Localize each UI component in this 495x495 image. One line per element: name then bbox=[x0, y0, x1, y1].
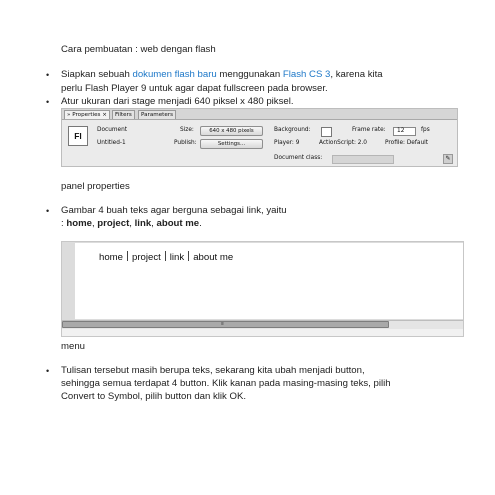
item-project: project bbox=[97, 218, 130, 229]
item-link: link bbox=[134, 218, 152, 229]
frame-rate-label: Frame rate: bbox=[352, 127, 386, 133]
menu-link[interactable]: link bbox=[170, 252, 184, 263]
scrollbar-grip-icon: ≡ bbox=[221, 321, 224, 327]
background-color-swatch[interactable] bbox=[321, 127, 332, 137]
stage-menu-screenshot: home project link about me ≡ bbox=[61, 241, 464, 337]
caption-menu: menu bbox=[61, 341, 85, 352]
flash-document-icon: Fl bbox=[68, 126, 88, 146]
size-button[interactable]: 640 x 480 pixels bbox=[200, 126, 263, 136]
bullet: • bbox=[46, 70, 50, 80]
stage-canvas: home project link about me bbox=[75, 243, 463, 319]
player-version: Player: 9 bbox=[274, 140, 300, 146]
period: . bbox=[199, 218, 202, 229]
profile-value: Profile: Default bbox=[385, 140, 429, 146]
document-class-label: Document class: bbox=[274, 155, 323, 161]
step4-line3: Convert to Symbol, pilih button dan klik… bbox=[61, 391, 247, 402]
menu-divider bbox=[164, 251, 166, 261]
menu-about-me[interactable]: about me bbox=[193, 252, 233, 263]
link-flash-cs3[interactable]: Flash CS 3 bbox=[283, 69, 330, 80]
step1-text-c: , karena kita bbox=[330, 69, 383, 80]
background-label: Background: bbox=[274, 127, 311, 133]
bullet: • bbox=[46, 366, 50, 376]
settings-button[interactable]: Settings... bbox=[200, 139, 263, 149]
heading: Cara pembuatan : web dengan flash bbox=[61, 44, 216, 55]
pencil-icon[interactable]: ✎ bbox=[443, 154, 453, 164]
frame-rate-value: 12 bbox=[397, 128, 405, 134]
tab-properties[interactable]: » Properties × bbox=[64, 110, 110, 119]
menu-divider bbox=[127, 251, 128, 261]
menu-divider bbox=[188, 251, 190, 261]
scrollbar-thumb[interactable] bbox=[62, 321, 389, 328]
fps-label: fps bbox=[421, 127, 430, 133]
step1-line1: Siapkan sebuah dokumen flash baru menggu… bbox=[61, 69, 383, 82]
step3-line1: Gambar 4 buah teks agar berguna sebagai … bbox=[61, 205, 287, 216]
tab-parameters[interactable]: Parameters bbox=[138, 110, 177, 119]
menu-home[interactable]: home bbox=[99, 252, 123, 263]
item-home: home bbox=[66, 218, 92, 229]
step1-text-a: Siapkan sebuah bbox=[61, 69, 133, 80]
stage-menu: home project link about me bbox=[99, 251, 233, 263]
step3-line2: : home, project, link, about me. bbox=[61, 218, 202, 231]
publish-label: Publish: bbox=[174, 140, 197, 146]
properties-panel-screenshot: » Properties × Filters Parameters Fl Doc… bbox=[61, 108, 458, 167]
item-about-me: about me bbox=[156, 218, 200, 229]
step1-line2: perlu Flash Player 9 untuk agar dapat fu… bbox=[61, 83, 328, 94]
menu-project[interactable]: project bbox=[132, 252, 161, 263]
bullet: • bbox=[46, 97, 50, 107]
tab-filters[interactable]: Filters bbox=[112, 110, 135, 119]
step4-line2: sehingga semua terdapat 4 button. Klik k… bbox=[61, 378, 391, 389]
actionscript-version: ActionScript: 2.0 bbox=[319, 140, 367, 146]
step4-line1: Tulisan tersebut masih berupa teks, seka… bbox=[61, 365, 365, 376]
stage-bottom-bar bbox=[62, 329, 463, 336]
step1-text-b: menggunakan bbox=[216, 69, 283, 80]
document-class-field[interactable] bbox=[332, 155, 394, 164]
step2-text: Atur ukuran dari stage menjadi 640 pikse… bbox=[61, 96, 294, 107]
link-dokumen-flash-baru[interactable]: dokumen flash baru bbox=[132, 69, 216, 80]
caption-panel-properties: panel properties bbox=[61, 181, 130, 192]
size-label: Size: bbox=[180, 127, 194, 133]
frame-rate-input[interactable]: 12 bbox=[393, 127, 416, 136]
doc-type-label: Document bbox=[97, 127, 128, 133]
bullet: • bbox=[46, 206, 50, 216]
doc-name-label: Untitled-1 bbox=[97, 140, 126, 146]
panel-tab-bar: » Properties × Filters Parameters bbox=[62, 109, 457, 120]
